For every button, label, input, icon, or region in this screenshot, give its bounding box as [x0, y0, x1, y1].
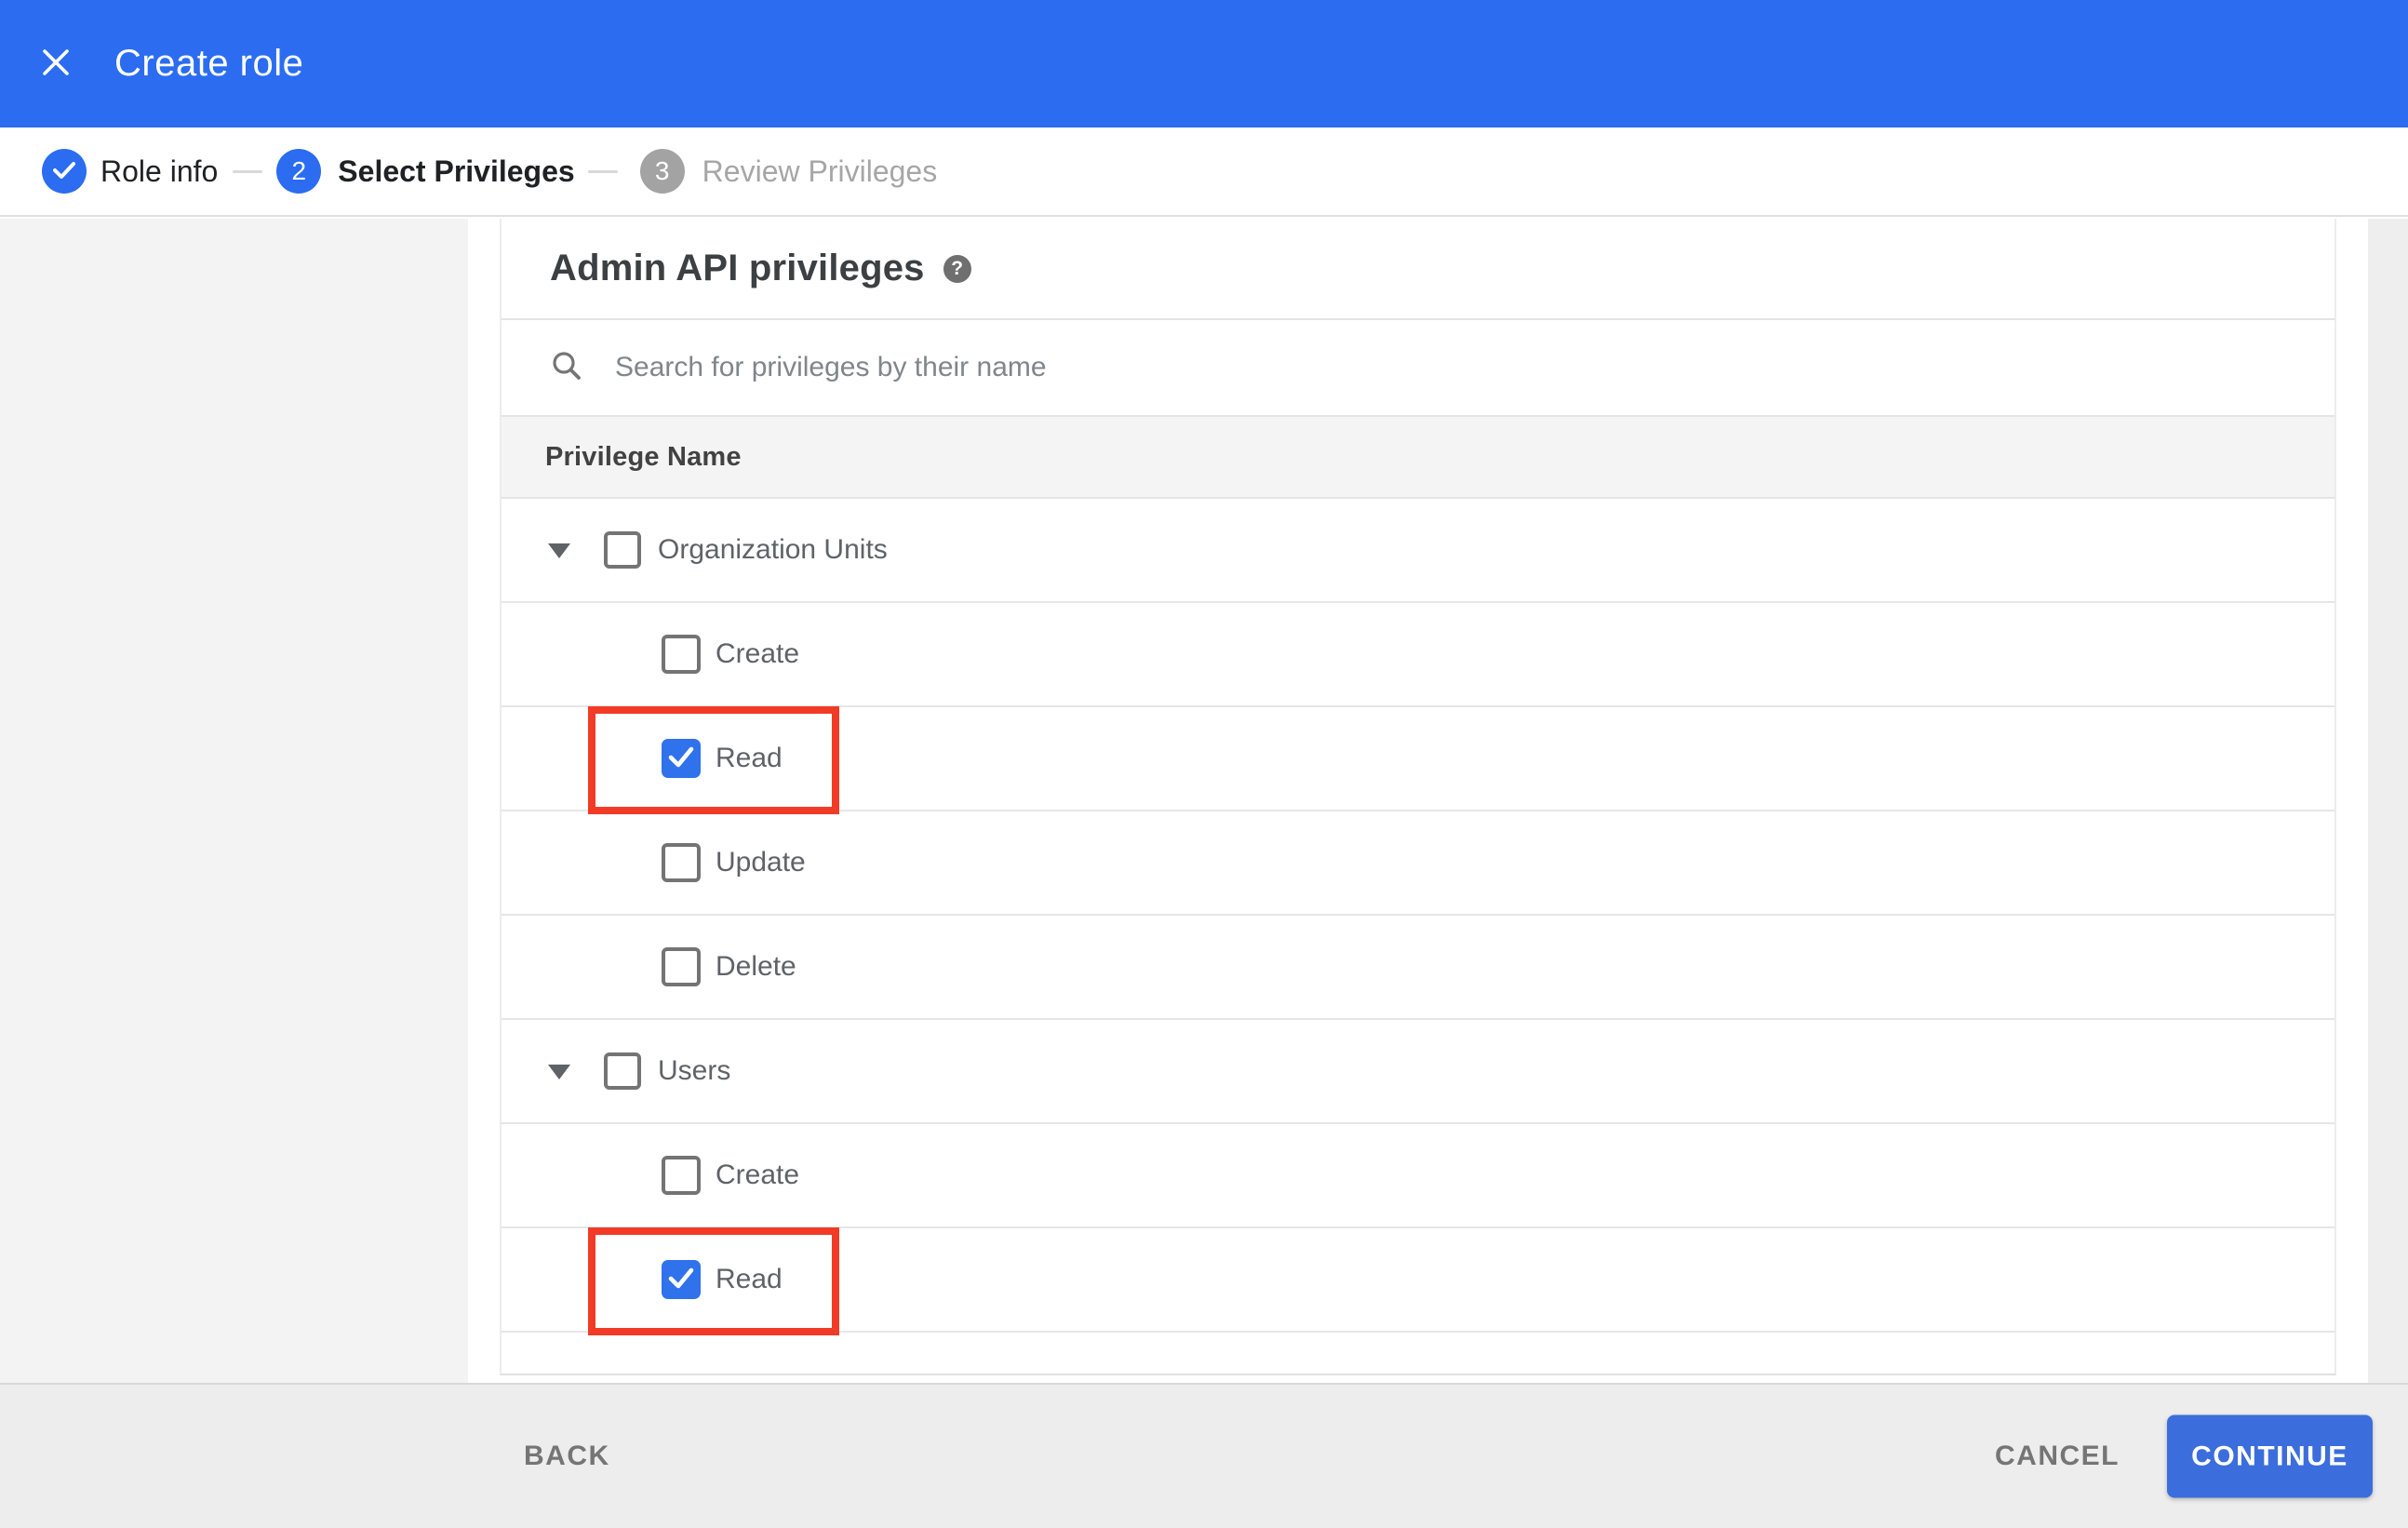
row-label: Organization Units — [658, 534, 888, 565]
search-icon — [550, 349, 583, 387]
row-label: Update — [716, 847, 806, 878]
checkbox-ou-delete[interactable] — [662, 947, 701, 986]
close-button[interactable] — [42, 48, 70, 79]
table-row-ou-create[interactable]: Create — [502, 603, 2334, 707]
step-divider — [587, 169, 618, 173]
step-divider — [233, 169, 263, 173]
table-row-ou-update[interactable]: Update — [502, 811, 2334, 916]
help-icon[interactable]: ? — [943, 254, 971, 283]
cancel-button[interactable]: CANCEL — [1995, 1441, 2120, 1472]
main-area: Admin API privileges ? Privilege Name — [0, 219, 2408, 1383]
checkbox-ou-update[interactable] — [662, 843, 701, 882]
continue-button[interactable]: CONTINUE — [2167, 1414, 2373, 1498]
row-label: Read — [716, 1264, 783, 1294]
step-3-circle[interactable]: 3 — [639, 149, 685, 194]
check-icon — [662, 1258, 701, 1302]
table-header-label: Privilege Name — [545, 441, 742, 472]
privileges-panel: Admin API privileges ? Privilege Name — [500, 219, 2336, 1375]
footer-bar: BACK CANCEL CONTINUE — [0, 1383, 2408, 1528]
dialog-titlebar: Create role — [0, 0, 2408, 127]
panel-heading: Admin API privileges ? — [502, 219, 2334, 320]
dialog-title: Create role — [114, 43, 304, 84]
table-header: Privilege Name — [502, 417, 2334, 499]
row-label: Create — [716, 1159, 800, 1190]
step-2-number: 2 — [291, 156, 307, 185]
step-2-circle[interactable]: 2 — [276, 149, 322, 194]
table-row-users[interactable]: Users — [502, 1020, 2334, 1124]
table-row-ou-read[interactable]: Read — [502, 706, 2334, 814]
table-row-users-create[interactable]: Create — [502, 1124, 2334, 1228]
checkbox-users[interactable] — [604, 1052, 641, 1090]
back-button[interactable]: BACK — [524, 1441, 610, 1472]
collapse-triangle-icon[interactable] — [548, 1064, 570, 1079]
row-label: Users — [658, 1055, 731, 1086]
create-role-dialog: Create role Role info 2 Select Privilege… — [0, 0, 2408, 1528]
scrollbar-track[interactable] — [2368, 219, 2408, 1383]
collapse-triangle-icon[interactable] — [548, 543, 570, 558]
highlight-box — [588, 1227, 839, 1335]
table-row-users-read[interactable]: Read — [502, 1227, 2334, 1335]
table-row-partial — [502, 1333, 2334, 1372]
checkbox-organization-units[interactable] — [604, 531, 641, 569]
step-3-label[interactable]: Review Privileges — [702, 154, 938, 189]
close-icon — [42, 48, 70, 79]
row-label: Read — [716, 743, 783, 773]
stepper: Role info 2 Select Privileges 3 Review P… — [0, 127, 2408, 217]
checkbox-users-read[interactable] — [662, 1260, 701, 1299]
check-icon — [53, 156, 75, 186]
row-label: Delete — [716, 951, 796, 982]
table-row-ou-delete[interactable]: Delete — [502, 916, 2334, 1020]
step-1-circle[interactable] — [42, 149, 87, 194]
checkbox-users-create[interactable] — [662, 1156, 701, 1195]
table-row-organization-units[interactable]: Organization Units — [502, 499, 2334, 603]
left-panel — [0, 219, 468, 1383]
checkbox-ou-read[interactable] — [662, 739, 701, 778]
check-icon — [662, 737, 701, 781]
checkbox-ou-create[interactable] — [662, 635, 701, 674]
step-1-label[interactable]: Role info — [100, 154, 218, 189]
step-2-label[interactable]: Select Privileges — [338, 154, 574, 189]
highlight-box — [588, 706, 839, 814]
section-title: Admin API privileges — [550, 248, 925, 288]
search-input[interactable] — [615, 352, 1918, 383]
row-label: Create — [716, 638, 800, 669]
step-3-number: 3 — [654, 156, 670, 185]
search-row — [502, 320, 2334, 417]
